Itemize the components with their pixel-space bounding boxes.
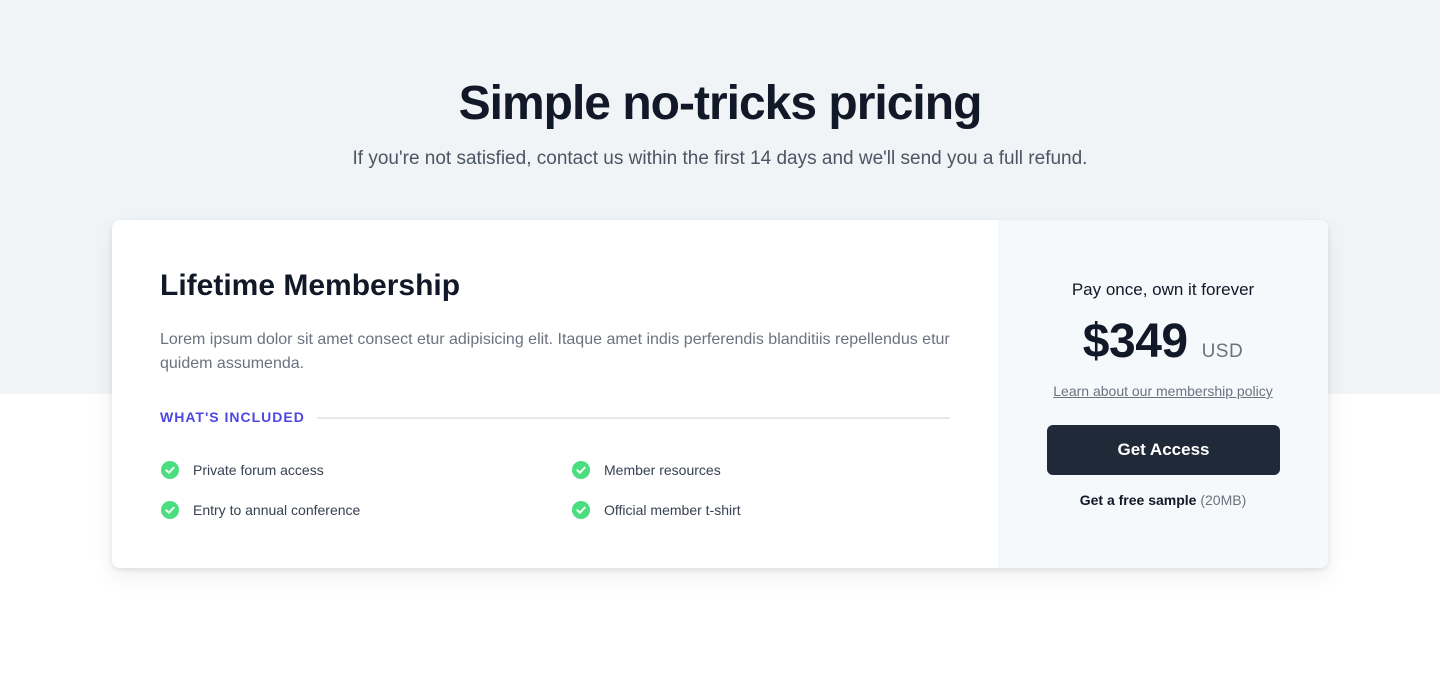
included-label: WHAT'S INCLUDED	[160, 409, 305, 425]
plan-details: Lifetime Membership Lorem ipsum dolor si…	[112, 220, 998, 568]
pricing-page: Simple no-tricks pricing If you're not s…	[0, 0, 1440, 680]
feature-item: Private forum access	[161, 459, 324, 481]
get-access-button[interactable]: Get Access	[1047, 425, 1280, 475]
feature-item: Official member t-shirt	[572, 499, 741, 521]
free-sample: Get a free sample (20MB)	[998, 491, 1328, 509]
feature-item: Entry to annual conference	[161, 499, 360, 521]
feature-item: Member resources	[572, 459, 721, 481]
page-subtitle: If you're not satisfied, contact us with…	[352, 148, 1088, 169]
feature-label: Private forum access	[193, 462, 324, 478]
plan-title: Lifetime Membership	[160, 269, 461, 302]
price-panel: Pay once, own it forever $349 USD Learn …	[998, 220, 1328, 568]
included-header: WHAT'S INCLUDED	[160, 406, 950, 428]
pricing-card: Lifetime Membership Lorem ipsum dolor si…	[112, 220, 1328, 568]
sample-size: (20MB)	[1200, 492, 1247, 508]
feature-label: Member resources	[604, 462, 721, 478]
check-circle-icon	[161, 461, 179, 479]
price: $349 USD	[998, 312, 1328, 372]
plan-description: Lorem ipsum dolor sit amet consect etur …	[160, 331, 950, 372]
feature-label: Official member t-shirt	[604, 502, 741, 518]
price-amount: $349	[1082, 315, 1188, 368]
price-tagline: Pay once, own it forever	[1071, 280, 1255, 299]
page-title: Simple no-tricks pricing	[458, 77, 983, 130]
divider	[317, 417, 950, 419]
price-currency: USD	[1201, 341, 1244, 362]
feature-label: Entry to annual conference	[193, 502, 361, 518]
check-circle-icon	[161, 501, 179, 519]
check-circle-icon	[572, 501, 590, 519]
free-sample-link[interactable]: Get a free sample	[1080, 492, 1197, 508]
check-circle-icon	[572, 461, 590, 479]
membership-policy-link[interactable]: Learn about our membership policy	[998, 382, 1328, 400]
